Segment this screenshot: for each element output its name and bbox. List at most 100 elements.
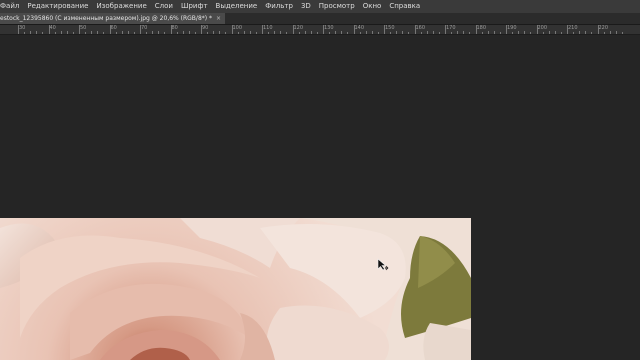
ruler-minor-tick: [127, 31, 129, 34]
rose-photo: [0, 218, 471, 360]
ruler-label: 180: [476, 25, 487, 31]
document-tab[interactable]: estock_12395860 (С измененным размером).…: [0, 13, 226, 24]
ruler-label: 210: [568, 25, 578, 31]
ruler-minor-tick: [542, 32, 544, 34]
menu-edit[interactable]: Редактирование: [23, 0, 92, 13]
ruler-minor-tick: [24, 32, 26, 34]
ruler-minor-tick: [560, 32, 562, 34]
ruler-minor-tick: [310, 31, 312, 34]
ruler-minor-tick: [91, 31, 93, 34]
ruler-minor-tick: [402, 31, 404, 34]
ruler-minor-tick: [371, 31, 373, 34]
menu-type[interactable]: Шрифт: [177, 0, 212, 13]
ruler-minor-tick: [115, 32, 117, 34]
menu-file[interactable]: Файл: [0, 0, 23, 13]
ruler-label: 220: [598, 25, 609, 31]
menu-3d[interactable]: 3D: [297, 0, 315, 13]
ruler-minor-tick: [274, 31, 276, 34]
ruler-minor-tick: [243, 31, 245, 34]
ruler-label: 160: [415, 25, 426, 31]
ruler-minor-tick: [591, 32, 593, 34]
ruler-minor-tick: [286, 32, 288, 34]
ruler-label: 200: [537, 25, 548, 31]
ruler-label: 190: [507, 25, 517, 31]
document-image[interactable]: [0, 218, 471, 360]
move-cursor-icon: [377, 258, 389, 271]
ruler-minor-tick: [512, 32, 514, 34]
ruler-minor-tick: [66, 31, 68, 34]
ruler-minor-tick: [85, 32, 87, 34]
ruler-label: 100: [232, 25, 243, 31]
ruler-minor-tick: [304, 31, 306, 34]
ruler-label: 70: [141, 25, 148, 31]
menu-view[interactable]: Просмотр: [315, 0, 359, 13]
ruler-minor-tick: [499, 32, 501, 34]
ruler-minor-tick: [60, 31, 62, 34]
ruler-minor-tick: [390, 32, 392, 34]
ruler-label: 80: [171, 25, 178, 31]
ruler-minor-tick: [585, 31, 587, 34]
ruler-minor-tick: [347, 32, 349, 34]
ruler-minor-tick: [329, 32, 331, 34]
close-icon[interactable]: ×: [216, 13, 221, 24]
ruler-minor-tick: [603, 32, 605, 34]
ruler-minor-tick: [432, 31, 434, 34]
ruler-minor-tick: [548, 31, 550, 34]
ruler-label: 170: [446, 25, 456, 31]
ruler-label: 90: [202, 25, 209, 31]
ruler-label: 120: [293, 25, 304, 31]
ruler-minor-tick: [255, 32, 257, 34]
ruler-minor-tick: [615, 31, 617, 34]
menu-select[interactable]: Выделение: [212, 0, 262, 13]
ruler-minor-tick: [420, 32, 422, 34]
ruler-label: 60: [110, 25, 117, 31]
ruler-minor-tick: [530, 32, 532, 34]
menu-window[interactable]: Окно: [359, 0, 386, 13]
ruler-minor-tick: [54, 32, 56, 34]
menu-image[interactable]: Изображение: [92, 0, 150, 13]
ruler-minor-tick: [408, 32, 410, 34]
ruler-minor-tick: [481, 32, 483, 34]
ruler-minor-tick: [30, 31, 32, 34]
ruler-minor-tick: [341, 31, 343, 34]
ruler-minor-tick: [280, 31, 282, 34]
ruler-minor-tick: [188, 31, 190, 34]
ruler-label: 140: [354, 25, 365, 31]
ruler-minor-tick: [573, 32, 575, 34]
ruler-minor-tick: [158, 31, 160, 34]
ruler-minor-tick: [487, 31, 489, 34]
ruler-minor-tick: [609, 31, 611, 34]
ruler-minor-tick: [518, 31, 520, 34]
ruler-minor-tick: [457, 31, 459, 34]
document-tab-bar: estock_12395860 (С измененным размером).…: [0, 13, 640, 25]
menu-help[interactable]: Справка: [385, 0, 424, 13]
ruler-minor-tick: [207, 32, 209, 34]
ruler-label: 110: [263, 25, 273, 31]
ruler-minor-tick: [359, 32, 361, 34]
ruler-label: 130: [324, 25, 334, 31]
ruler-minor-tick: [103, 32, 105, 34]
ruler-minor-tick: [377, 32, 379, 34]
ruler-minor-tick: [237, 32, 239, 34]
ruler-minor-tick: [396, 31, 398, 34]
ruler-minor-tick: [554, 31, 556, 34]
ruler-minor-tick: [97, 31, 99, 34]
ruler-minor-tick: [579, 31, 581, 34]
ruler-minor-tick: [219, 31, 221, 34]
ruler-minor-tick: [426, 31, 428, 34]
horizontal-ruler: 30 40 50 60 70 80 90 100 110 120 130 140 150 160 170 18…: [0, 25, 640, 35]
ruler-minor-tick: [152, 31, 154, 34]
ruler-minor-tick: [121, 31, 123, 34]
menu-layer[interactable]: Слои: [151, 0, 177, 13]
ruler-label: 150: [385, 25, 395, 31]
ruler-minor-tick: [133, 32, 135, 34]
ruler-minor-tick: [621, 32, 623, 34]
ruler-minor-tick: [176, 32, 178, 34]
ruler-minor-tick: [249, 31, 251, 34]
menu-filter[interactable]: Фильтр: [261, 0, 297, 13]
ruler-minor-tick: [298, 32, 300, 34]
ruler-minor-tick: [316, 32, 318, 34]
ruler-minor-tick: [268, 32, 270, 34]
ruler-minor-tick: [493, 31, 495, 34]
ruler-minor-tick: [451, 32, 453, 34]
